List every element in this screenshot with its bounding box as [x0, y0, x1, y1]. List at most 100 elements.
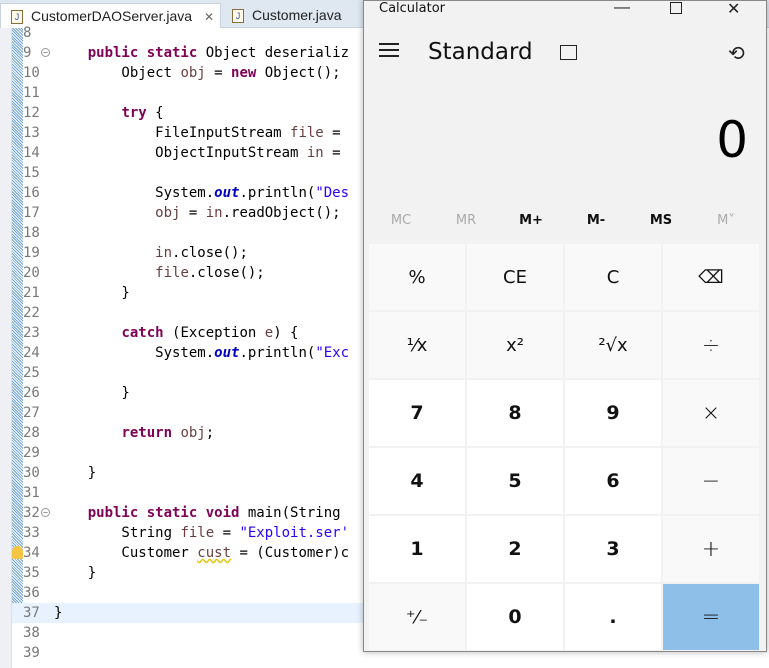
- code-line[interactable]: 9− public static Object deserializ: [12, 43, 372, 63]
- minimize-icon[interactable]: —: [614, 0, 630, 17]
- digit-0-button[interactable]: 0: [467, 584, 563, 650]
- code-line[interactable]: 18: [12, 223, 372, 243]
- memory-button-m5[interactable]: M˅: [694, 213, 758, 228]
- code-line[interactable]: 16 System.out.println("Des: [12, 183, 372, 203]
- clear-button[interactable]: C: [565, 244, 661, 310]
- code-line[interactable]: 8: [12, 23, 372, 43]
- clear-entry-button[interactable]: CE: [467, 244, 563, 310]
- code-line[interactable]: 10 Object obj = new Object();: [12, 63, 372, 83]
- code-line[interactable]: 21 }: [12, 283, 372, 303]
- code-line[interactable]: 20 file.close();: [12, 263, 372, 283]
- code-line[interactable]: 38: [12, 623, 372, 643]
- memory-button-mc0[interactable]: MC: [369, 213, 433, 228]
- multiply-button[interactable]: ×: [663, 380, 759, 446]
- code-text: in.close();: [155, 245, 248, 261]
- code-line[interactable]: 24 System.out.println("Exc: [12, 343, 372, 363]
- code-line[interactable]: 15: [12, 163, 372, 183]
- code-line[interactable]: 34 Customer cust = (Customer)c: [12, 543, 372, 563]
- code-text: file.close();: [155, 265, 265, 281]
- code-line[interactable]: 25: [12, 363, 372, 383]
- code-line[interactable]: 22: [12, 303, 372, 323]
- editor-left-ruler: [0, 28, 12, 668]
- memory-button-m3[interactable]: M-: [564, 213, 628, 228]
- maximize-icon[interactable]: [670, 2, 682, 14]
- memory-button-ms4[interactable]: MS: [629, 213, 693, 228]
- code-line[interactable]: 37}: [12, 603, 372, 623]
- fold-toggle-icon[interactable]: −: [41, 48, 50, 57]
- digit-7-button[interactable]: 7: [369, 380, 465, 446]
- code-text: Customer cust = (Customer)c: [54, 545, 350, 561]
- equals-button[interactable]: =: [663, 584, 759, 650]
- code-text: String file = "Exploit.ser': [54, 525, 350, 541]
- close-icon[interactable]: ✕: [727, 0, 740, 19]
- line-number: 17: [23, 205, 40, 221]
- close-tab-icon[interactable]: ✕: [204, 10, 214, 24]
- add-button[interactable]: +: [663, 516, 759, 582]
- line-number: 22: [23, 305, 40, 321]
- line-number: 12: [23, 105, 40, 121]
- code-line[interactable]: 19 in.close();: [12, 243, 372, 263]
- warning-lightbulb-icon[interactable]: [12, 546, 23, 559]
- code-line[interactable]: 32− public static void main(String: [12, 503, 372, 523]
- reciprocal-button[interactable]: ¹⁄x: [369, 312, 465, 378]
- code-line[interactable]: 26 }: [12, 383, 372, 403]
- code-line[interactable]: 13 FileInputStream file =: [12, 123, 372, 143]
- memory-button-mr1[interactable]: MR: [434, 213, 498, 228]
- code-line[interactable]: 39: [12, 643, 372, 663]
- line-number: 24: [23, 345, 40, 361]
- code-text: System.out.println("Des: [54, 185, 350, 201]
- line-number: 38: [23, 625, 40, 641]
- digit-4-button[interactable]: 4: [369, 448, 465, 514]
- code-text: catch (Exception e) {: [121, 325, 299, 341]
- code-text: public static Object deserializ: [87, 45, 350, 61]
- memory-button-m2[interactable]: M+: [499, 213, 563, 228]
- code-line[interactable]: 23 catch (Exception e) {: [12, 323, 372, 343]
- digit-1-button[interactable]: 1: [369, 516, 465, 582]
- history-icon[interactable]: ⟲: [728, 41, 745, 66]
- divide-button[interactable]: ÷: [663, 312, 759, 378]
- line-number: 10: [23, 65, 40, 81]
- keep-on-top-icon[interactable]: [560, 45, 577, 60]
- digit-6-button[interactable]: 6: [565, 448, 661, 514]
- java-file-icon: J: [11, 10, 23, 24]
- code-line[interactable]: 14 ObjectInputStream in =: [12, 143, 372, 163]
- code-line[interactable]: 27: [12, 403, 372, 423]
- code-line[interactable]: 29: [12, 443, 372, 463]
- code-line[interactable]: 36: [12, 583, 372, 603]
- subtract-button[interactable]: −: [663, 448, 759, 514]
- code-text: ObjectInputStream in =: [54, 145, 341, 161]
- code-line[interactable]: 17 obj = in.readObject();: [12, 203, 372, 223]
- line-number: 28: [23, 425, 40, 441]
- digit-5-button[interactable]: 5: [467, 448, 563, 514]
- code-line[interactable]: 35 }: [12, 563, 372, 583]
- percent-button[interactable]: %: [369, 244, 465, 310]
- line-number: 30: [23, 465, 40, 481]
- code-line[interactable]: 33 String file = "Exploit.ser': [12, 523, 372, 543]
- code-line[interactable]: 31: [12, 483, 372, 503]
- line-number: 25: [23, 365, 40, 381]
- code-text: return obj;: [121, 425, 215, 441]
- line-number: 8: [23, 25, 32, 41]
- square-button[interactable]: x²: [467, 312, 563, 378]
- fold-toggle-icon[interactable]: −: [41, 508, 50, 517]
- line-number: 34: [23, 545, 40, 561]
- code-text: }: [54, 605, 63, 621]
- negate-button[interactable]: ⁺⁄₋: [369, 584, 465, 650]
- code-text: try {: [121, 105, 164, 121]
- code-line[interactable]: 11: [12, 83, 372, 103]
- code-text: }: [54, 565, 97, 581]
- line-number: 20: [23, 265, 40, 281]
- digit-3-button[interactable]: 3: [565, 516, 661, 582]
- code-line[interactable]: 12 try {: [12, 103, 372, 123]
- digit-2-button[interactable]: 2: [467, 516, 563, 582]
- line-number: 35: [23, 565, 40, 581]
- tab-label: Customer.java: [252, 7, 342, 23]
- code-line[interactable]: 28 return obj;: [12, 423, 372, 443]
- backspace-button[interactable]: ⌫: [663, 244, 759, 310]
- digit-9-button[interactable]: 9: [565, 380, 661, 446]
- decimal-button[interactable]: .: [565, 584, 661, 650]
- menu-icon[interactable]: [379, 43, 399, 57]
- code-line[interactable]: 30 }: [12, 463, 372, 483]
- digit-8-button[interactable]: 8: [467, 380, 563, 446]
- square-root-button[interactable]: ²√x: [565, 312, 661, 378]
